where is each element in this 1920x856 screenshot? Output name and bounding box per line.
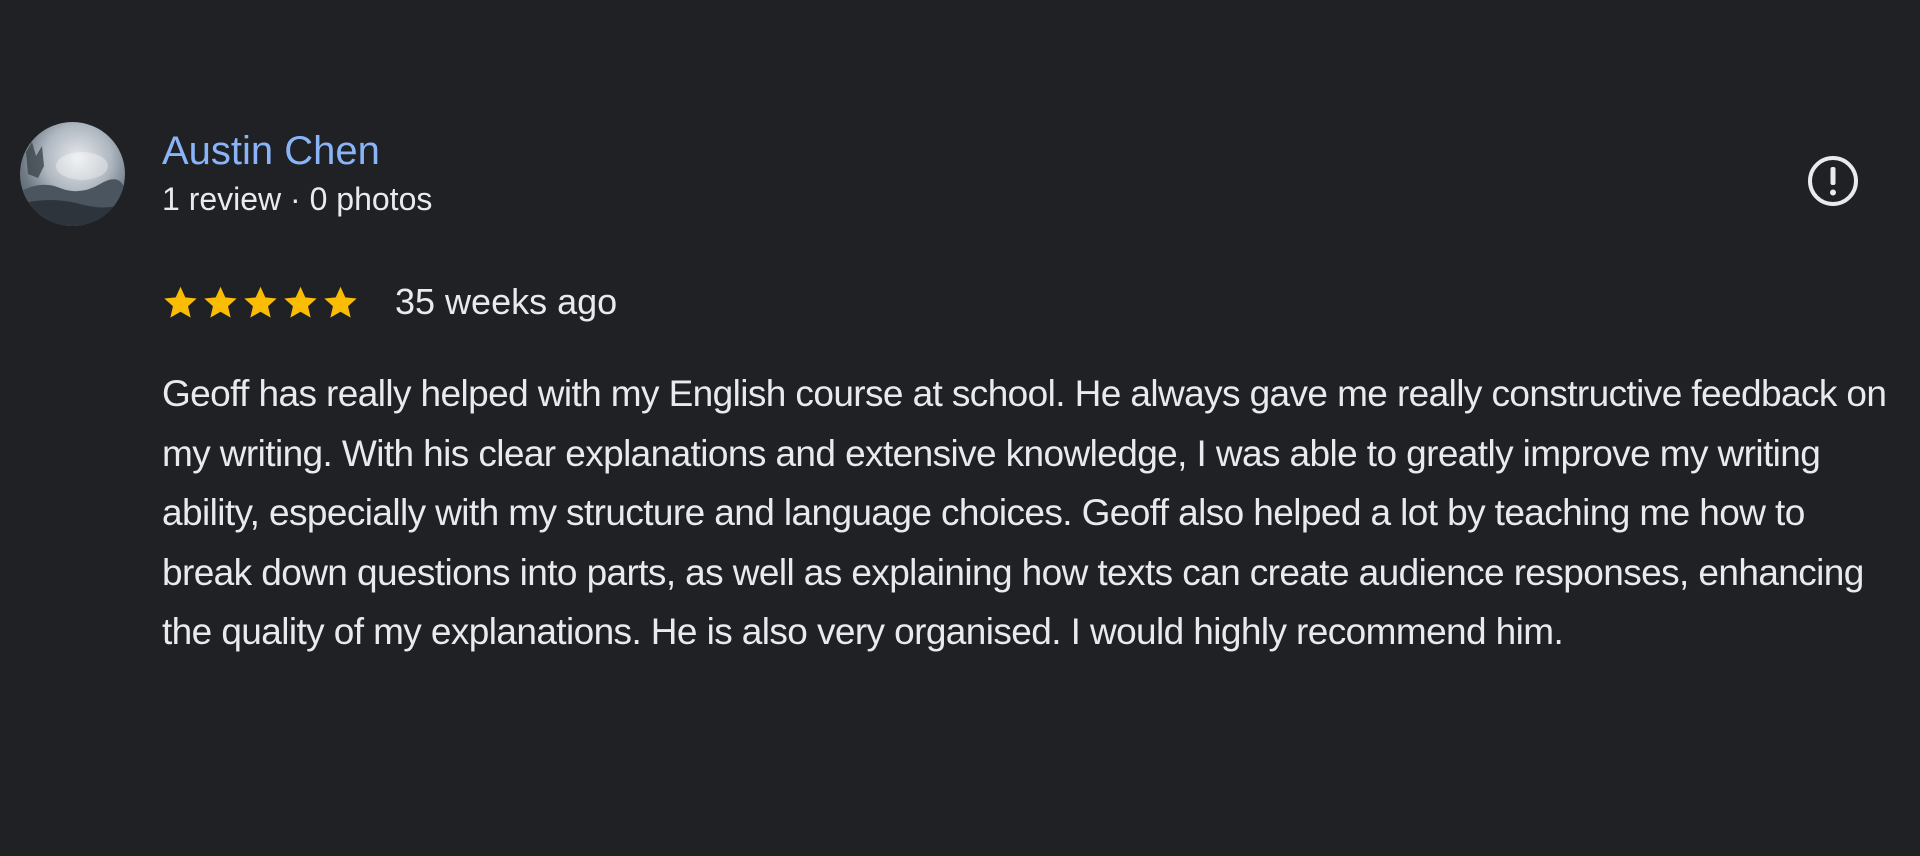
star-icon	[204, 286, 237, 318]
report-button[interactable]	[1806, 154, 1860, 208]
review-text: Geoff has really helped with my English …	[162, 373, 1887, 652]
rating-row: 35 weeks ago	[162, 280, 617, 324]
review-time: 35 weeks ago	[395, 281, 618, 322]
report-flag-icon	[1808, 156, 1858, 206]
author-meta: 1 review · 0 photos	[162, 181, 433, 217]
author-info: Austin Chen 1 review · 0 photos	[162, 127, 432, 219]
star-icon	[284, 286, 317, 318]
author-name-link[interactable]: Austin Chen	[162, 127, 432, 175]
star-icon	[164, 286, 197, 318]
star-rating	[162, 284, 359, 321]
star-icon	[324, 286, 357, 318]
review-card: Austin Chen 1 review · 0 photos 35 weeks…	[0, 0, 1920, 856]
star-icon	[244, 286, 277, 318]
avatar[interactable]	[20, 122, 125, 226]
